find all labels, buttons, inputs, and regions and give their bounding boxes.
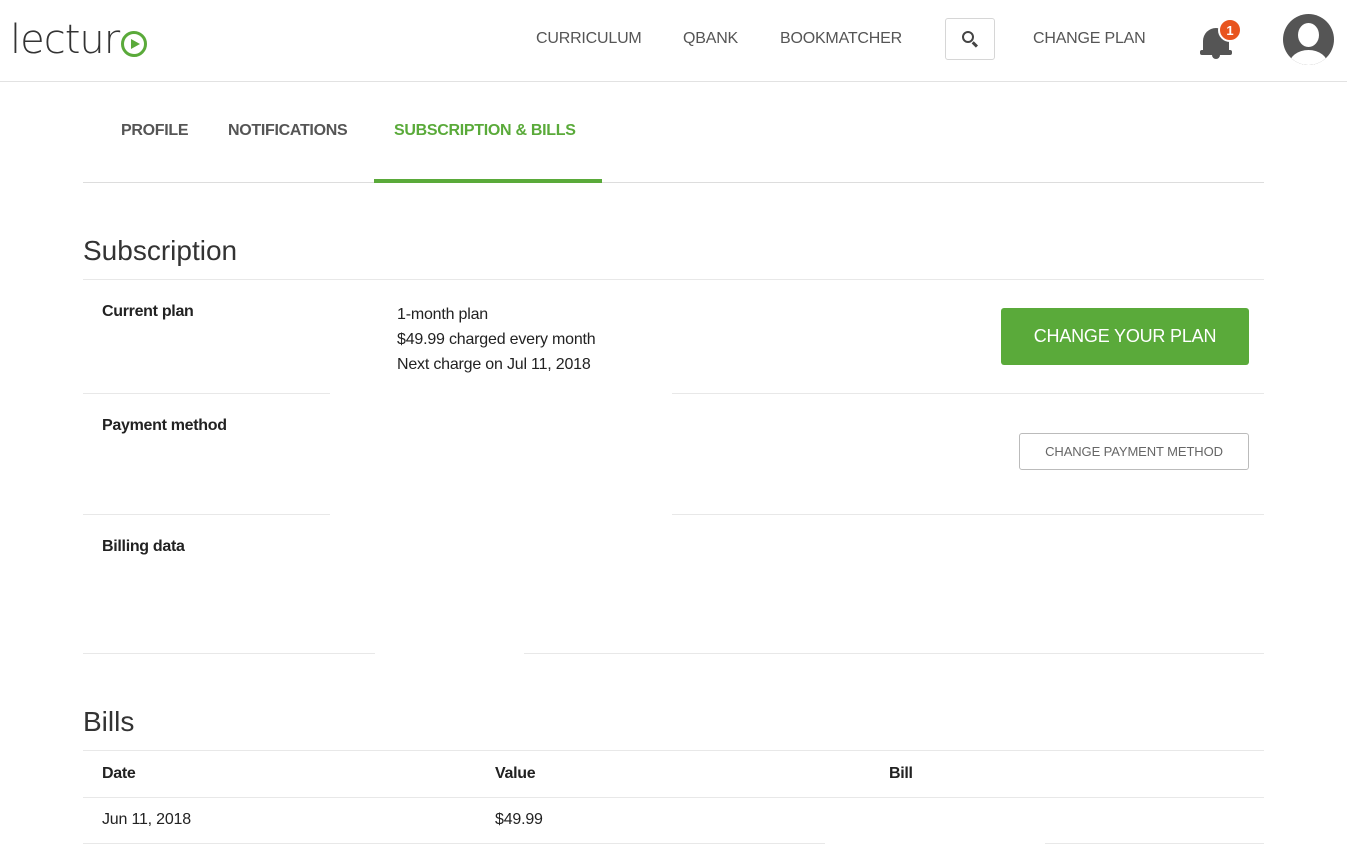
divider	[83, 843, 825, 844]
tab-subscription-bills[interactable]: SUBSCRIPTION & BILLS	[394, 122, 576, 140]
bills-heading: Bills	[83, 706, 135, 737]
play-icon	[121, 31, 148, 57]
bill-row-value: $49.99	[495, 811, 543, 828]
current-plan-label: Current plan	[102, 303, 194, 320]
change-payment-method-button[interactable]: CHANGE PAYMENT METHOD	[1019, 433, 1249, 470]
current-plan-details: 1-month plan $49.99 charged every month …	[397, 302, 596, 377]
bills-column-bill: Bill	[889, 765, 913, 782]
divider	[83, 653, 375, 654]
change-your-plan-button[interactable]: CHANGE YOUR PLAN	[1001, 308, 1249, 365]
notification-count-badge: 1	[1218, 18, 1242, 42]
settings-tabs: PROFILE NOTIFICATIONS SUBSCRIPTION & BIL…	[83, 82, 1264, 183]
logo-text: lectur	[10, 17, 120, 63]
active-tab-indicator	[374, 179, 602, 183]
notifications-button[interactable]: 1	[1200, 18, 1242, 60]
nav-curriculum[interactable]: CURRICULUM	[536, 30, 642, 48]
divider	[83, 797, 1264, 798]
plan-charge: $49.99 charged every month	[397, 331, 596, 348]
search-button[interactable]	[945, 18, 995, 60]
search-icon	[962, 31, 974, 43]
divider	[672, 514, 1264, 515]
bills-column-date: Date	[102, 765, 136, 782]
divider	[83, 279, 1264, 280]
bills-column-value: Value	[495, 765, 536, 782]
divider	[1045, 843, 1264, 844]
divider	[672, 393, 1264, 394]
subscription-heading: Subscription	[83, 235, 238, 266]
bill-row-date: Jun 11, 2018	[102, 811, 191, 828]
divider	[83, 393, 330, 394]
lecturio-logo[interactable]: lectur	[10, 17, 148, 63]
nav-change-plan[interactable]: CHANGE PLAN	[1033, 30, 1146, 48]
tab-profile[interactable]: PROFILE	[121, 122, 189, 140]
plan-name: 1-month plan	[397, 306, 488, 323]
divider	[524, 653, 1264, 654]
tab-notifications[interactable]: NOTIFICATIONS	[228, 122, 348, 140]
bell-icon-clapper	[1212, 55, 1220, 59]
divider	[83, 514, 330, 515]
user-avatar-icon-body	[1289, 50, 1328, 65]
nav-bookmatcher[interactable]: BOOKMATCHER	[780, 30, 902, 48]
billing-data-label: Billing data	[102, 538, 185, 555]
user-avatar-icon	[1298, 23, 1319, 47]
nav-qbank[interactable]: QBANK	[683, 30, 738, 48]
payment-method-label: Payment method	[102, 417, 227, 434]
plan-next-charge: Next charge on Jul 11, 2018	[397, 356, 591, 373]
user-avatar[interactable]	[1283, 14, 1334, 65]
top-navigation-bar: lectur CURRICULUM QBANK BOOKMATCHER CHAN…	[0, 0, 1347, 82]
divider	[83, 750, 1264, 751]
